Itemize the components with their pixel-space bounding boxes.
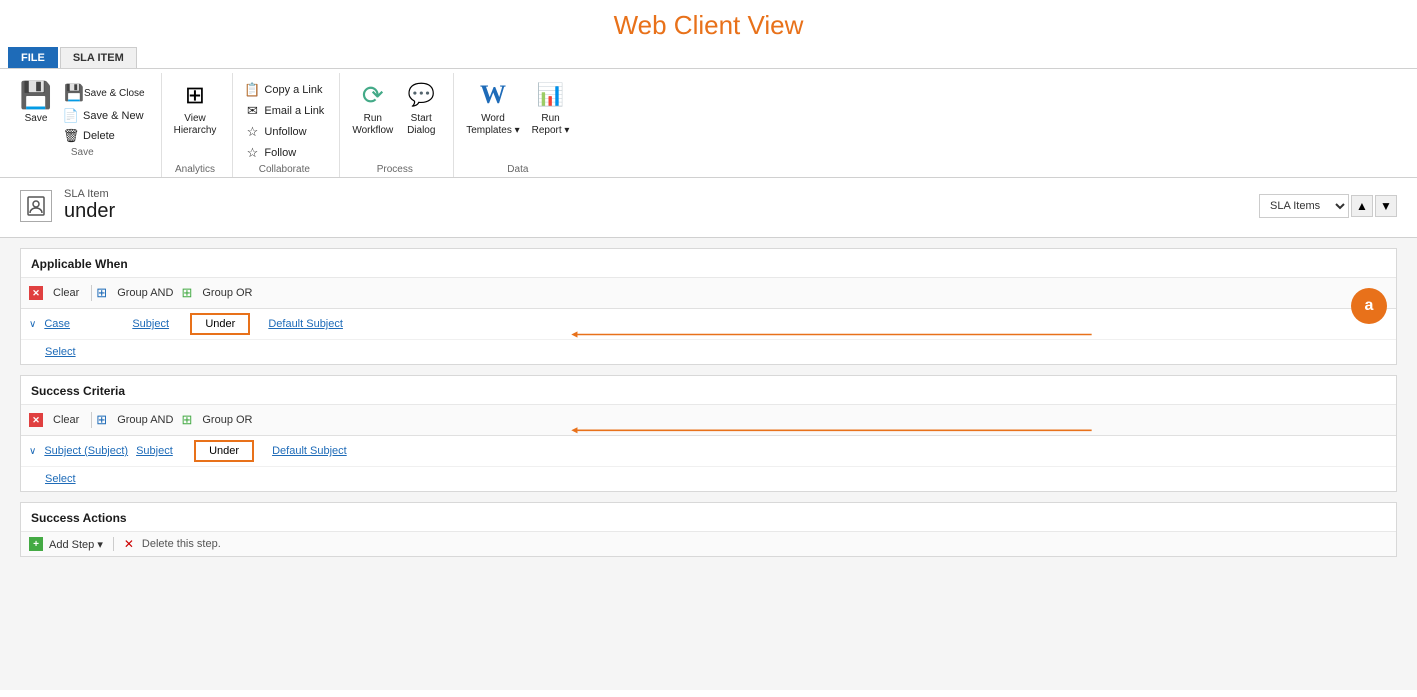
applicable-when-clear-icon: ✕	[29, 286, 43, 300]
record-icon	[20, 190, 52, 222]
save-close-button[interactable]: 💾 Save & Close	[60, 81, 149, 105]
nav-prev-button[interactable]: ▲	[1351, 195, 1373, 217]
record-subtitle: SLA Item	[64, 188, 115, 200]
nav-next-button[interactable]: ▼	[1375, 195, 1397, 217]
applicable-when-header: Applicable When	[21, 249, 1396, 278]
ribbon: FILE SLA ITEM 💾 Save 💾 Save & Close	[0, 47, 1417, 178]
applicable-when-group-and-button[interactable]: Group AND	[109, 284, 181, 302]
ribbon-group-save: 💾 Save 💾 Save & Close 📄 Save & New	[8, 73, 162, 177]
start-dialog-button[interactable]: 💬 StartDialog	[401, 77, 441, 139]
annotation-circle-a: a	[1351, 288, 1387, 324]
group-or-icon-2: ⊞	[181, 412, 192, 428]
success-criteria-header: Success Criteria	[21, 376, 1396, 405]
record-title: under	[64, 200, 115, 223]
success-criteria-select-link[interactable]: Select	[45, 473, 76, 485]
unfollow-button[interactable]: ☆ Unfollow	[241, 123, 309, 141]
applicable-when-select-row: Select	[21, 340, 1396, 364]
success-criteria-chevron[interactable]: ∨	[29, 446, 36, 457]
success-criteria-value-box[interactable]: Under	[194, 440, 254, 462]
delete-step-icon: ✕	[124, 537, 134, 551]
delete-button[interactable]: 🗑 Delete	[60, 127, 149, 145]
applicable-when-chevron[interactable]: ∨	[29, 319, 36, 330]
tab-file[interactable]: FILE	[8, 47, 58, 68]
success-criteria-operator[interactable]: Subject	[136, 445, 186, 457]
applicable-when-section: Applicable When ✕ Clear ⊞ Group AND ⊞ Gr…	[20, 248, 1397, 365]
applicable-when-operator[interactable]: Subject	[132, 318, 182, 330]
applicable-when-group-or-button[interactable]: Group OR	[194, 284, 260, 302]
content-area: SLA Item under SLA Items ▲ ▼ Applicable …	[0, 178, 1417, 690]
success-criteria-default-link[interactable]: Default Subject	[272, 445, 347, 457]
applicable-when-default-link[interactable]: Default Subject	[268, 318, 343, 330]
success-criteria-clear-button[interactable]: Clear	[45, 411, 87, 429]
applicable-when-clear-button[interactable]: Clear	[45, 284, 87, 302]
form-body: Applicable When ✕ Clear ⊞ Group AND ⊞ Gr…	[0, 238, 1417, 690]
success-actions-section: Success Actions + Add Step ▾ ✕ Delete th…	[20, 502, 1397, 557]
ribbon-group-data: W WordTemplates ▾ 📊 RunReport ▾ Data	[454, 73, 585, 177]
view-hierarchy-button[interactable]: ⊞ ViewHierarchy	[170, 77, 221, 139]
applicable-when-select-link[interactable]: Select	[45, 346, 76, 358]
success-criteria-select-row: Select	[21, 467, 1396, 491]
page-title: Web Client View	[0, 0, 1417, 47]
group-or-icon-1: ⊞	[181, 285, 192, 301]
success-actions-header: Success Actions	[21, 503, 1396, 532]
run-workflow-button[interactable]: ⟳ RunWorkflow	[348, 77, 397, 139]
save-new-button[interactable]: 📄 Save & New	[60, 107, 149, 125]
success-criteria-field[interactable]: Subject (Subject)	[44, 445, 128, 457]
success-criteria-section: Success Criteria ✕ Clear ⊞ Group AND ⊞ G…	[20, 375, 1397, 492]
applicable-when-value-box[interactable]: Under	[190, 313, 250, 335]
nav-select[interactable]: SLA Items	[1259, 194, 1349, 218]
ribbon-group-process: ⟳ RunWorkflow 💬 StartDialog Process	[340, 73, 454, 177]
delete-step-button[interactable]: Delete this step.	[142, 538, 221, 550]
applicable-when-field[interactable]: Case	[44, 318, 124, 330]
success-criteria-clear-icon: ✕	[29, 413, 43, 427]
run-report-button[interactable]: 📊 RunReport ▾	[528, 77, 574, 139]
applicable-when-row-1: ∨ Case Subject Under Default Subject	[21, 309, 1396, 340]
ribbon-group-collaborate: 📋 Copy a Link ✉ Email a Link ☆ Unfollow …	[233, 73, 340, 177]
tab-sla-item[interactable]: SLA ITEM	[60, 47, 137, 68]
add-step-button[interactable]: Add Step ▾	[49, 538, 103, 551]
group-and-icon-2: ⊞	[96, 412, 107, 428]
copy-link-button[interactable]: 📋 Copy a Link	[241, 81, 325, 99]
group-and-icon-1: ⊞	[96, 285, 107, 301]
email-link-button[interactable]: ✉ Email a Link	[241, 102, 327, 120]
success-criteria-group-or-button[interactable]: Group OR	[194, 411, 260, 429]
ribbon-group-analytics: ⊞ ViewHierarchy Analytics	[162, 73, 234, 177]
success-criteria-group-and-button[interactable]: Group AND	[109, 411, 181, 429]
record-header: SLA Item under SLA Items ▲ ▼	[0, 178, 1417, 238]
add-step-icon: +	[29, 537, 43, 551]
success-criteria-row-1: ∨ Subject (Subject) Subject Under Defaul…	[21, 436, 1396, 467]
word-templates-button[interactable]: W WordTemplates ▾	[462, 77, 523, 139]
follow-button[interactable]: ☆ Follow	[241, 144, 299, 162]
save-button[interactable]: 💾 Save	[16, 77, 56, 127]
